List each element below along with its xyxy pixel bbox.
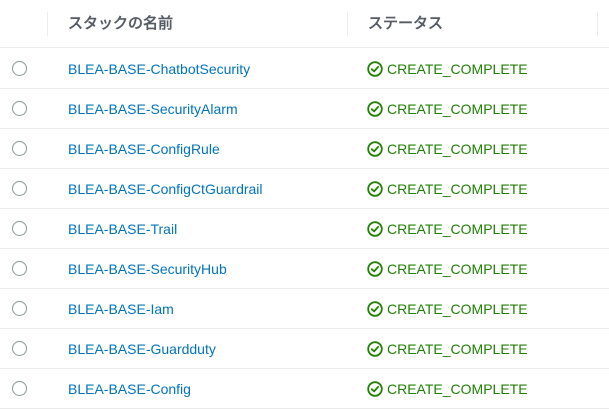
- stack-name-link[interactable]: BLEA-BASE-ConfigRule: [68, 129, 220, 169]
- table-row: BLEA-BASE-Guardduty CREATE_COMPLETE: [0, 329, 609, 369]
- table-header: スタックの名前 ステータス: [0, 0, 609, 48]
- row-select-radio[interactable]: [12, 341, 27, 356]
- row-select-radio[interactable]: [12, 101, 27, 116]
- status-text: CREATE_COMPLETE: [387, 101, 528, 117]
- stack-name-link[interactable]: BLEA-BASE-ConfigCtGuardrail: [68, 169, 263, 209]
- row-select-radio[interactable]: [12, 141, 27, 156]
- stack-name-link[interactable]: BLEA-BASE-Iam: [68, 289, 174, 329]
- check-circle-icon: [367, 261, 383, 277]
- status-text: CREATE_COMPLETE: [387, 221, 528, 237]
- check-circle-icon: [367, 61, 383, 77]
- status-text: CREATE_COMPLETE: [387, 61, 528, 77]
- check-circle-icon: [367, 221, 383, 237]
- row-select-radio[interactable]: [12, 381, 27, 396]
- table-row: BLEA-BASE-SecurityAlarm CREATE_COMPLETE: [0, 89, 609, 129]
- column-header-stack-name[interactable]: スタックの名前: [68, 0, 173, 48]
- row-select-radio[interactable]: [12, 181, 27, 196]
- check-circle-icon: [367, 101, 383, 117]
- stack-name-link[interactable]: BLEA-BASE-SecurityHub: [68, 249, 227, 289]
- column-separator[interactable]: [597, 12, 598, 36]
- table-row: BLEA-BASE-SecurityHub CREATE_COMPLETE: [0, 249, 609, 289]
- status-badge: CREATE_COMPLETE: [367, 89, 528, 129]
- check-circle-icon: [367, 301, 383, 317]
- column-separator[interactable]: [347, 12, 348, 36]
- table-row: BLEA-BASE-ConfigRule CREATE_COMPLETE: [0, 129, 609, 169]
- status-badge: CREATE_COMPLETE: [367, 249, 528, 289]
- row-select-radio[interactable]: [12, 61, 27, 76]
- stacks-table: スタックの名前 ステータス BLEA-BASE-ChatbotSecurity C…: [0, 0, 609, 410]
- status-text: CREATE_COMPLETE: [387, 301, 528, 317]
- row-select-radio[interactable]: [12, 261, 27, 276]
- table-row: BLEA-BASE-Trail CREATE_COMPLETE: [0, 209, 609, 249]
- table-row: BLEA-BASE-ConfigCtGuardrail CREATE_COMPLE…: [0, 169, 609, 209]
- stack-name-link[interactable]: BLEA-BASE-Guardduty: [68, 329, 216, 369]
- check-circle-icon: [367, 341, 383, 357]
- status-badge: CREATE_COMPLETE: [367, 169, 528, 209]
- row-select-radio[interactable]: [12, 301, 27, 316]
- table-row: BLEA-BASE-Config CREATE_COMPLETE: [0, 369, 609, 409]
- check-circle-icon: [367, 381, 383, 397]
- status-text: CREATE_COMPLETE: [387, 181, 528, 197]
- status-text: CREATE_COMPLETE: [387, 381, 528, 397]
- table-row: BLEA-BASE-Iam CREATE_COMPLETE: [0, 289, 609, 329]
- status-text: CREATE_COMPLETE: [387, 261, 528, 277]
- status-badge: CREATE_COMPLETE: [367, 289, 528, 329]
- status-badge: CREATE_COMPLETE: [367, 329, 528, 369]
- column-header-status[interactable]: ステータス: [368, 0, 443, 48]
- status-badge: CREATE_COMPLETE: [367, 129, 528, 169]
- table-row: BLEA-BASE-ChatbotSecurity CREATE_COMPLETE: [0, 49, 609, 89]
- stack-name-link[interactable]: BLEA-BASE-ChatbotSecurity: [68, 49, 250, 89]
- status-badge: CREATE_COMPLETE: [367, 209, 528, 249]
- status-badge: CREATE_COMPLETE: [367, 49, 528, 89]
- status-badge: CREATE_COMPLETE: [367, 369, 528, 409]
- check-circle-icon: [367, 141, 383, 157]
- stack-name-link[interactable]: BLEA-BASE-Config: [68, 369, 191, 409]
- stack-name-link[interactable]: BLEA-BASE-Trail: [68, 209, 177, 249]
- row-select-radio[interactable]: [12, 221, 27, 236]
- check-circle-icon: [367, 181, 383, 197]
- status-text: CREATE_COMPLETE: [387, 141, 528, 157]
- column-separator[interactable]: [47, 12, 48, 36]
- status-text: CREATE_COMPLETE: [387, 341, 528, 357]
- stack-name-link[interactable]: BLEA-BASE-SecurityAlarm: [68, 89, 238, 129]
